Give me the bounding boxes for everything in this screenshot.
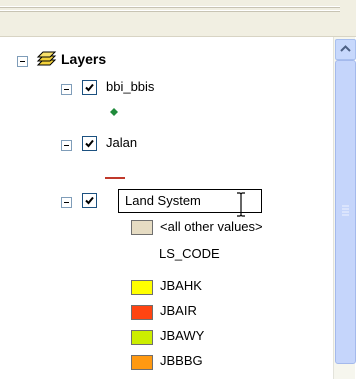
- legend-field-name: LS_CODE: [159, 246, 220, 261]
- legend-swatch-jbbbg: [131, 355, 153, 370]
- legend-label-jbawy[interactable]: JBAWY: [160, 326, 204, 346]
- dock-grip-bar[interactable]: [0, 0, 356, 37]
- vertical-scrollbar[interactable]: [333, 37, 356, 379]
- legend-label-jbahk[interactable]: JBAHK: [160, 276, 202, 296]
- scroll-thumb[interactable]: [335, 60, 356, 364]
- layer-label-bbi-bbis[interactable]: bbi_bbis: [106, 77, 154, 97]
- line-symbol-icon: [105, 168, 125, 183]
- jalan-visibility-checkbox[interactable]: [82, 136, 97, 151]
- layers-icon: [35, 49, 57, 74]
- point-symbol-icon: [109, 105, 119, 120]
- layer-label-jalan[interactable]: Jalan: [106, 133, 137, 153]
- collapse-land-system-toggle[interactable]: [61, 197, 72, 208]
- land-system-visibility-checkbox[interactable]: [82, 193, 97, 208]
- layer-tree: Layers bbi_bbis Jalan Land System <all o…: [0, 37, 332, 379]
- collapse-jalan-toggle[interactable]: [61, 140, 72, 151]
- layers-root-label[interactable]: Layers: [61, 49, 106, 69]
- legend-swatch-jbair: [131, 305, 153, 320]
- legend-swatch-jbawy: [131, 330, 153, 345]
- collapse-bbi-bbis-toggle[interactable]: [61, 84, 72, 95]
- table-of-contents-panel: Layers bbi_bbis Jalan Land System <all o…: [0, 37, 356, 379]
- bbi-bbis-visibility-checkbox[interactable]: [82, 80, 97, 95]
- thumb-grip-icon: [342, 205, 349, 216]
- legend-label-jbbbg[interactable]: JBBBG: [160, 351, 203, 371]
- legend-swatch-jbahk: [131, 280, 153, 295]
- collapse-layers-toggle[interactable]: [17, 56, 28, 67]
- scroll-up-button[interactable]: [335, 39, 356, 60]
- legend-swatch-all-other-values: [131, 220, 153, 235]
- legend-label-jbair[interactable]: JBAIR: [160, 301, 197, 321]
- legend-label-all-other-values[interactable]: <all other values>: [160, 217, 263, 237]
- chevron-up-icon: [340, 45, 351, 52]
